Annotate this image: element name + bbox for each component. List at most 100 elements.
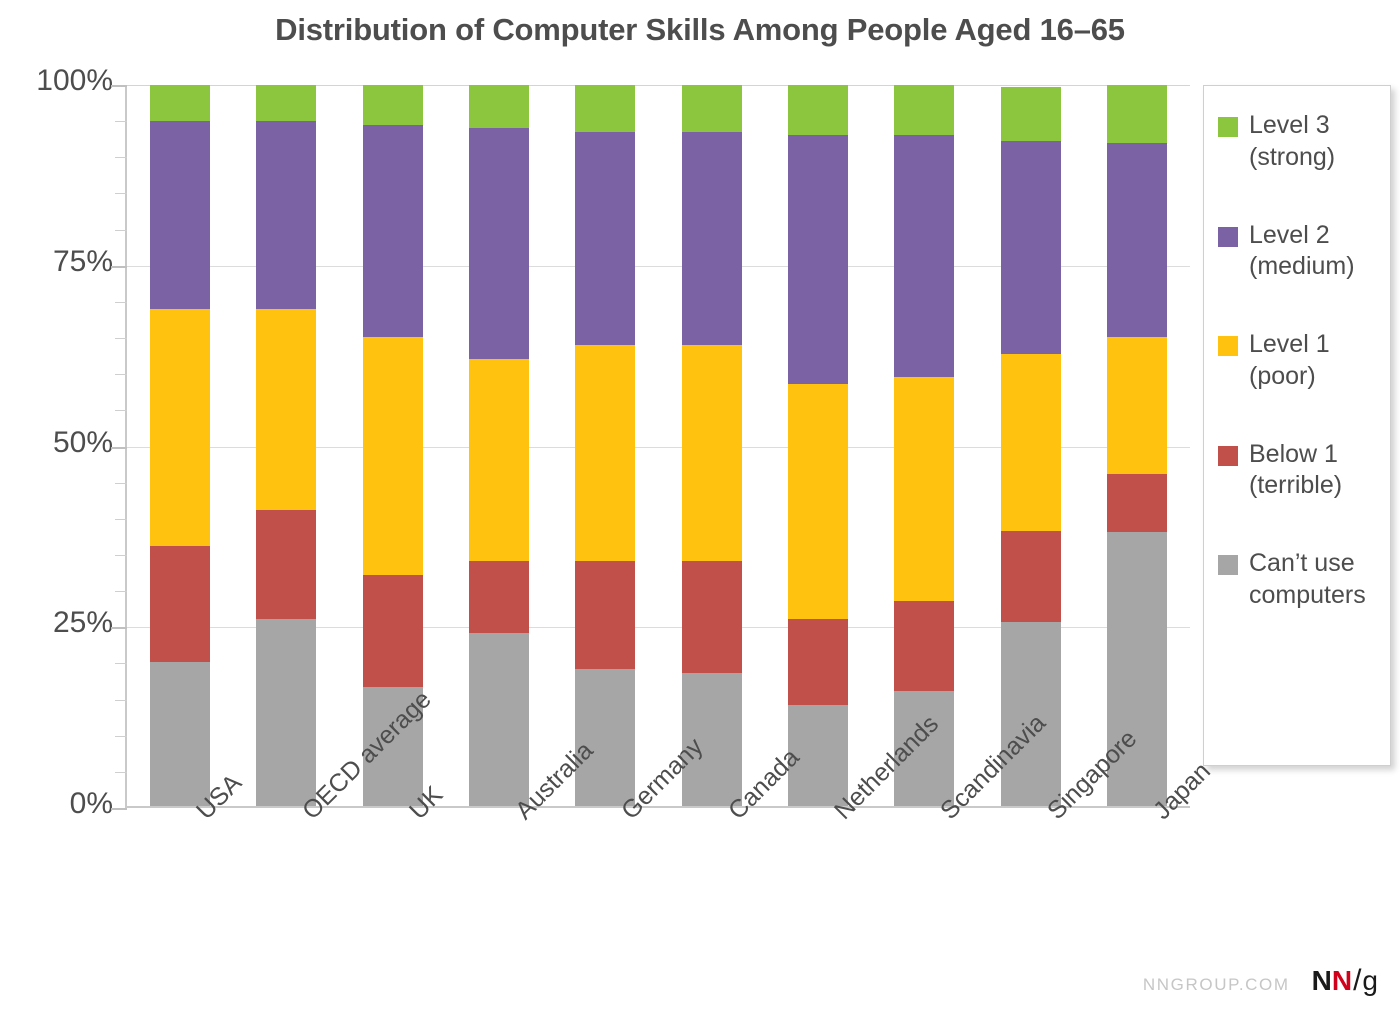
legend-item[interactable]: Level 3 (strong) — [1218, 110, 1378, 174]
bar-segment[interactable] — [150, 661, 211, 806]
y-axis-label: 0% — [69, 787, 113, 820]
bar-slot — [982, 85, 1080, 806]
stacked-bar[interactable] — [894, 85, 955, 806]
legend-label: Level 2 (medium) — [1249, 220, 1355, 281]
stacked-bar[interactable] — [681, 85, 742, 806]
bar-segment[interactable] — [469, 128, 530, 359]
y-axis-label: 75% — [52, 244, 113, 278]
legend-label: Can’t use computers — [1249, 549, 1366, 609]
y-axis-minor-tick — [115, 482, 127, 484]
bar-segment[interactable] — [1000, 354, 1061, 532]
bar-slot — [131, 85, 229, 806]
bar-segment[interactable] — [894, 377, 955, 601]
y-axis-label: 25% — [52, 606, 113, 640]
bar-segment[interactable] — [256, 85, 317, 122]
bar-segment[interactable] — [362, 124, 423, 338]
bar-segment[interactable] — [150, 308, 211, 547]
bar-segment[interactable] — [894, 85, 955, 136]
bar-slot — [769, 85, 867, 806]
bar-segment[interactable] — [681, 560, 742, 673]
bar-slot — [1088, 85, 1186, 806]
legend-item[interactable]: Level 2 (medium) — [1218, 220, 1378, 284]
y-axis-major-tick — [111, 627, 127, 630]
bar-segment[interactable] — [150, 546, 211, 662]
bar-segment[interactable] — [787, 85, 848, 136]
x-axis-labels: USA OECD average UK Australia Germany Canada N… — [125, 685, 1216, 1008]
y-axis-minor-tick — [115, 735, 127, 737]
chart-title: Distribution of Computer Skills Among Pe… — [275, 12, 1125, 47]
bar-segment[interactable] — [1000, 531, 1061, 622]
bar-segment[interactable] — [575, 560, 636, 670]
bar-segment[interactable] — [362, 85, 423, 125]
bar-segment[interactable] — [575, 131, 636, 345]
bar-slot — [663, 85, 761, 806]
bar-segment[interactable] — [681, 344, 742, 561]
y-axis-label: 50% — [52, 425, 113, 459]
bar-segment[interactable] — [469, 560, 530, 633]
legend-swatch — [1218, 226, 1238, 247]
bar-segment[interactable] — [787, 384, 848, 619]
stacked-bar[interactable] — [575, 85, 636, 806]
bar-slot — [556, 85, 654, 806]
bar-segment[interactable] — [256, 510, 317, 619]
stacked-bar[interactable] — [469, 85, 530, 806]
bar-segment[interactable] — [1106, 337, 1167, 475]
y-axis-minor-tick — [115, 591, 127, 593]
bar-segment[interactable] — [469, 632, 530, 806]
stacked-bar[interactable] — [787, 85, 848, 806]
legend: Level 3 (strong) Level 2 (medium) Level 1 … — [1203, 85, 1391, 766]
stacked-bar[interactable] — [1106, 85, 1167, 806]
bar-segment[interactable] — [787, 135, 848, 385]
footer-url: NNGROUP.COM — [1142, 975, 1290, 994]
bar-segment[interactable] — [1106, 142, 1167, 338]
y-axis-minor-tick — [115, 193, 127, 195]
bar-segment[interactable] — [575, 85, 636, 132]
bar-segment[interactable] — [1000, 86, 1061, 141]
bar-segment[interactable] — [894, 600, 955, 691]
bar-segment[interactable] — [256, 618, 317, 806]
bar-slot — [875, 85, 973, 806]
footer: NNGROUP.COM N N / g — [1143, 964, 1378, 998]
y-axis-minor-tick — [115, 338, 127, 340]
bar-segment[interactable] — [150, 121, 211, 309]
logo-n2: N — [1331, 965, 1353, 996]
legend-item[interactable]: Can’t use computers — [1218, 548, 1378, 612]
bar-segment[interactable] — [150, 85, 211, 122]
y-axis-minor-tick — [115, 121, 127, 123]
y-axis-major-tick — [111, 85, 127, 87]
stacked-bar[interactable] — [256, 85, 317, 806]
y-axis-minor-tick — [115, 518, 127, 520]
legend-swatch — [1218, 555, 1238, 575]
stacked-bar[interactable] — [150, 85, 211, 806]
bar-segment[interactable] — [362, 575, 423, 688]
nng-logo: N N / g — [1312, 964, 1378, 998]
legend-item[interactable]: Below 1 (terrible) — [1218, 439, 1378, 503]
legend-item[interactable]: Level 1 (poor) — [1218, 329, 1378, 393]
bar-segment[interactable] — [681, 85, 742, 132]
legend-swatch — [1218, 445, 1238, 466]
legend-label: Level 1 (poor) — [1249, 330, 1330, 390]
bar-segment[interactable] — [1000, 140, 1061, 355]
bar-segment[interactable] — [894, 135, 955, 377]
bar-segment[interactable] — [469, 358, 530, 561]
chart-root: Distribution of Computer Skills Among Pe… — [0, 0, 1400, 1016]
bar-segment[interactable] — [787, 618, 848, 706]
bar-segment[interactable] — [469, 85, 530, 129]
bar-segment[interactable] — [362, 337, 423, 576]
bar-segment[interactable] — [681, 131, 742, 345]
bar-segment[interactable] — [575, 344, 636, 561]
bar-segment[interactable] — [1106, 474, 1167, 533]
legend-swatch — [1218, 336, 1238, 356]
y-axis-minor-tick — [115, 157, 127, 159]
logo-n1: N — [1311, 965, 1332, 996]
bar-segment[interactable] — [256, 308, 317, 511]
bar-segment[interactable] — [256, 121, 317, 309]
bar-group — [127, 85, 1190, 806]
bar-segment[interactable] — [575, 669, 636, 806]
y-axis-minor-tick — [115, 229, 127, 231]
legend-label: Below 1 (terrible) — [1249, 439, 1343, 500]
y-axis-major-tick — [111, 265, 127, 268]
bar-segment[interactable] — [1106, 85, 1167, 143]
y-axis-minor-tick — [115, 771, 127, 773]
stacked-bar[interactable] — [1000, 85, 1061, 806]
